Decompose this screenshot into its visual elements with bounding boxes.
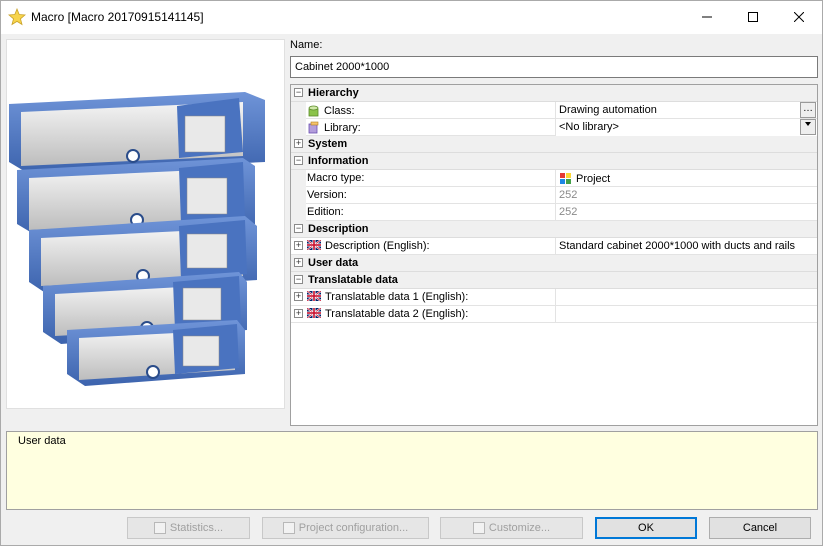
expand-icon[interactable]: +: [294, 258, 303, 267]
property-row-edition[interactable]: Edition: 252: [291, 204, 817, 221]
description-pane-text: User data: [18, 435, 66, 447]
customize-button[interactable]: Customize...: [440, 517, 583, 539]
collapse-icon[interactable]: −: [294, 88, 303, 97]
project-configuration-button[interactable]: Project configuration...: [262, 517, 429, 539]
category-label: Translatable data: [308, 274, 398, 286]
uk-flag-icon: [306, 290, 322, 302]
version-value: 252: [555, 187, 817, 204]
name-label: Name:: [290, 39, 323, 51]
statistics-button[interactable]: Statistics...: [127, 517, 250, 539]
minimize-button[interactable]: [684, 1, 730, 33]
expand-icon[interactable]: +: [294, 241, 303, 250]
collapse-icon[interactable]: −: [294, 275, 303, 284]
category-hierarchy[interactable]: − Hierarchy: [291, 85, 817, 102]
macro-dialog: Macro [Macro 20170915141145] Name: Cabin…: [0, 0, 823, 546]
category-translatable-data[interactable]: − Translatable data: [291, 272, 817, 289]
translatable-1-value[interactable]: [555, 289, 817, 306]
class-value[interactable]: Drawing automation: [555, 102, 817, 119]
category-label: Information: [308, 155, 369, 167]
binders-illustration: [9, 92, 265, 386]
property-row-description-english[interactable]: + Description (English): Standard cabine…: [291, 238, 817, 255]
macro-type-label: Macro type:: [307, 172, 365, 184]
library-value[interactable]: <No library>: [555, 119, 817, 136]
category-label: Description: [308, 223, 369, 235]
category-system[interactable]: + System: [291, 136, 817, 153]
statistics-icon: [153, 522, 166, 534]
description-english-value[interactable]: Standard cabinet 2000*1000 with ducts an…: [555, 238, 817, 255]
category-description[interactable]: − Description: [291, 221, 817, 238]
macro-preview-image: [6, 39, 285, 409]
project-configuration-icon: [282, 522, 295, 534]
maximize-icon: [748, 12, 758, 22]
edition-value: 252: [555, 204, 817, 221]
expand-icon[interactable]: +: [294, 309, 303, 318]
version-label: Version:: [307, 189, 347, 201]
library-dropdown-button[interactable]: [800, 119, 816, 135]
property-row-macro-type[interactable]: Macro type: Project: [291, 170, 817, 187]
close-button[interactable]: [776, 1, 822, 33]
category-label: System: [308, 138, 348, 150]
chevron-down-icon: [805, 122, 811, 126]
uk-flag-icon: [306, 239, 322, 251]
customize-icon: [472, 522, 485, 534]
ok-button[interactable]: OK: [595, 517, 697, 539]
project-icon: [559, 172, 572, 185]
uk-flag-icon: [306, 307, 322, 319]
property-row-class[interactable]: Class: Drawing automation …: [291, 102, 817, 119]
class-icon: [307, 104, 320, 117]
category-user-data[interactable]: + User data: [291, 255, 817, 272]
name-input[interactable]: [290, 56, 818, 78]
description-pane: User data: [6, 431, 818, 510]
property-row-version[interactable]: Version: 252: [291, 187, 817, 204]
collapse-icon[interactable]: −: [294, 156, 303, 165]
close-icon: [794, 12, 804, 22]
translatable-1-label: Translatable data 1 (English):: [325, 291, 469, 303]
translatable-2-value[interactable]: [555, 306, 817, 323]
macro-type-value: Project: [576, 173, 611, 185]
minimize-icon: [702, 16, 712, 18]
class-ellipsis-button[interactable]: …: [800, 102, 816, 118]
collapse-icon[interactable]: −: [294, 224, 303, 233]
star-icon: [8, 7, 26, 26]
property-grid[interactable]: − Hierarchy Class: Drawing automation … …: [290, 84, 818, 426]
property-row-translatable-2[interactable]: + Translatable data 2 (English):: [291, 306, 817, 323]
category-label: User data: [308, 257, 359, 269]
title-bar: Macro [Macro 20170915141145]: [1, 1, 822, 34]
library-icon: [307, 121, 320, 134]
category-label: Hierarchy: [308, 87, 359, 99]
library-label: Library:: [324, 122, 361, 134]
edition-label: Edition:: [307, 206, 344, 218]
expand-icon[interactable]: +: [294, 139, 303, 148]
class-label: Class:: [324, 105, 355, 117]
description-english-label: Description (English):: [325, 240, 430, 252]
translatable-2-label: Translatable data 2 (English):: [325, 308, 469, 320]
cancel-button[interactable]: Cancel: [709, 517, 811, 539]
maximize-button[interactable]: [730, 1, 776, 33]
expand-icon[interactable]: +: [294, 292, 303, 301]
category-information[interactable]: − Information: [291, 153, 817, 170]
property-row-translatable-1[interactable]: + Translatable data 1 (English):: [291, 289, 817, 306]
window-title: Macro [Macro 20170915141145]: [31, 10, 204, 24]
property-row-library[interactable]: Library: <No library>: [291, 119, 817, 136]
